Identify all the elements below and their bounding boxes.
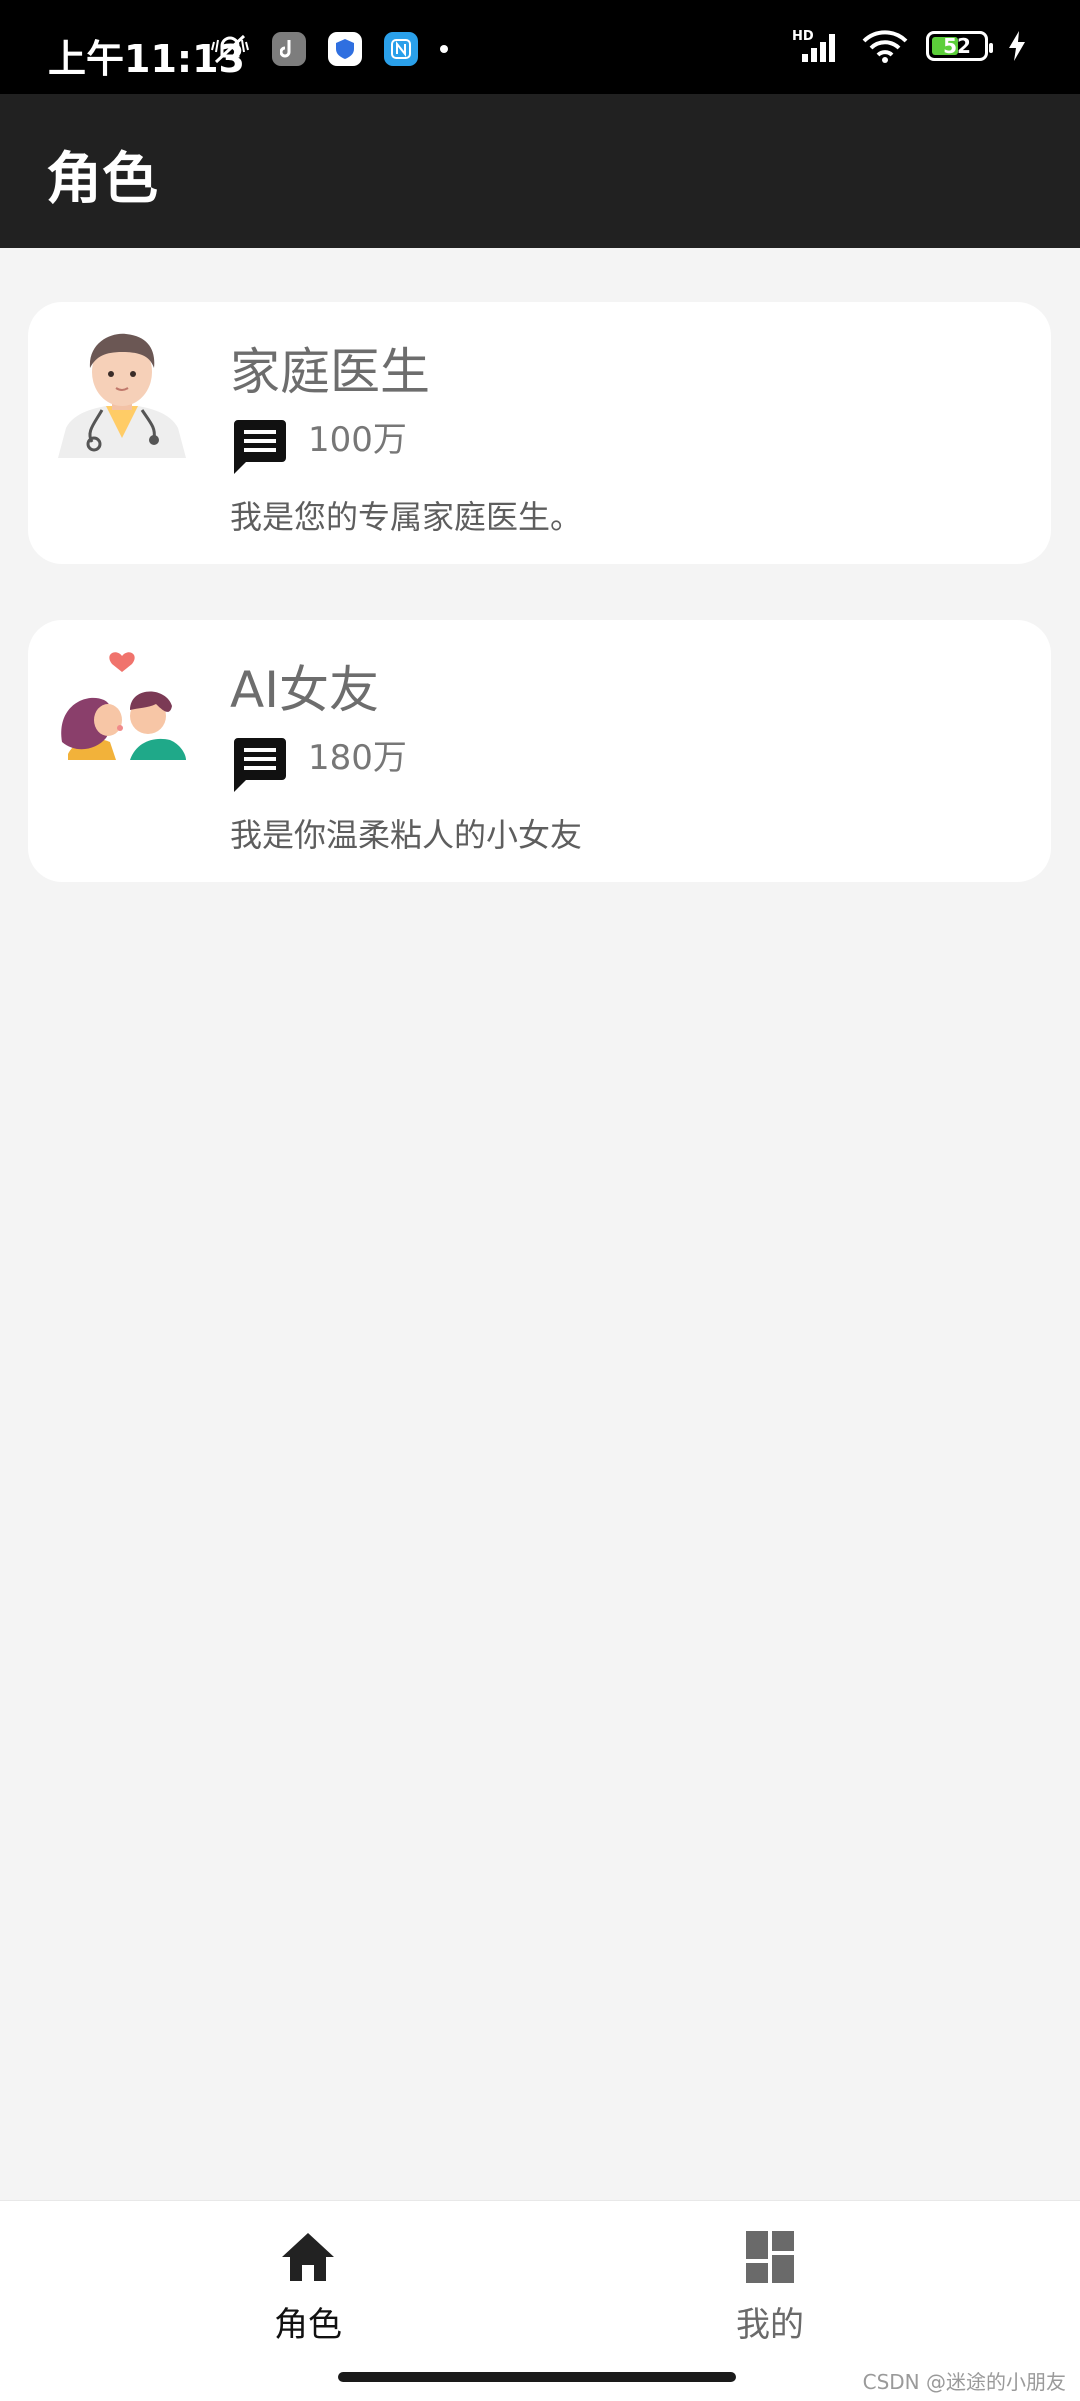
couple-avatar-icon: [61, 652, 186, 760]
dashboard-icon: [746, 2231, 794, 2283]
wifi-icon: [862, 30, 908, 63]
battery-cap: [989, 43, 993, 53]
battery-level: 52: [943, 34, 971, 58]
security-shield-icon: [328, 32, 362, 66]
nav-label-roles: 角色: [274, 2305, 342, 2345]
message-count: 100万: [308, 420, 407, 460]
role-description: 我是你温柔粘人的小女友: [230, 816, 583, 854]
role-card-doctor[interactable]: 家庭医生 100万 我是您的专属家庭医生。: [28, 302, 1051, 564]
role-name: AI女友: [230, 661, 379, 719]
status-system-icons: HD 52: [792, 28, 1028, 64]
doctor-avatar-icon: [58, 333, 186, 458]
home-icon: [282, 2233, 334, 2281]
status-bar: 上午11:13 HD 52: [0, 0, 1080, 94]
message-icon: [234, 738, 286, 792]
signal-icon: HD: [792, 29, 835, 62]
network-badge: HD: [792, 29, 814, 44]
battery-icon: 52: [926, 31, 993, 61]
page-title: 角色: [46, 147, 158, 212]
mute-vibrate-icon: [211, 34, 249, 64]
watermark: CSDN @迷途的小朋友: [862, 2370, 1066, 2394]
nav-tab-mine[interactable]: 我的: [670, 2229, 870, 2346]
status-notification-icons: [210, 32, 448, 66]
role-description: 我是您的专属家庭医生。: [230, 498, 583, 536]
nav-label-mine: 我的: [736, 2305, 804, 2345]
role-name: 家庭医生: [230, 343, 430, 401]
nfc-icon: [384, 32, 418, 66]
app-bar: 角色: [0, 94, 1080, 248]
nav-tab-roles[interactable]: 角色: [208, 2229, 408, 2346]
app-notification-icon: [272, 32, 306, 66]
home-indicator[interactable]: [338, 2372, 736, 2382]
more-notifications-dot: [440, 45, 448, 53]
role-card-ai-girlfriend[interactable]: AI女友 180万 我是你温柔粘人的小女友: [28, 620, 1051, 882]
message-count: 180万: [308, 738, 407, 778]
message-icon: [234, 420, 286, 474]
charging-icon: [1009, 31, 1025, 61]
